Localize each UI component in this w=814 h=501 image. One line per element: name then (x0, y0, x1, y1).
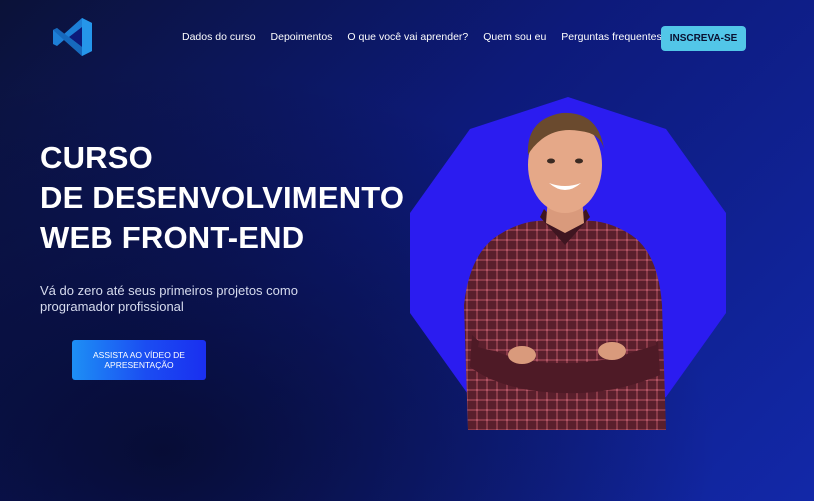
nav-depoimentos[interactable]: Depoimentos (271, 31, 333, 43)
hero-subtitle: Vá do zero até seus primeiros projetos c… (40, 283, 298, 314)
nav-quem-sou-eu[interactable]: Quem sou eu (483, 31, 546, 43)
instructor-photo (464, 112, 666, 430)
nav-dados-do-curso[interactable]: Dados do curso (182, 31, 256, 43)
nav-perguntas-frequentes[interactable]: Perguntas frequentes (561, 31, 661, 43)
main-nav: Dados do curso Depoimentos O que você va… (182, 31, 662, 43)
hero-title-line-1: CURSO (40, 140, 153, 175)
hero-title: CURSO DE DESENVOLVIMENTO WEB FRONT-END (40, 138, 404, 258)
nav-o-que-vai-aprender[interactable]: O que você vai aprender? (347, 31, 468, 43)
watch-video-button[interactable]: ASSISTA AO VÍDEO DE APRESENTAÇÃO (72, 340, 206, 380)
site-header: Dados do curso Depoimentos O que você va… (0, 0, 814, 78)
hero-title-line-2: DE DESENVOLVIMENTO (40, 180, 405, 215)
vscode-logo-icon[interactable] (52, 16, 94, 58)
subscribe-button[interactable]: INSCREVA-SE (661, 26, 746, 51)
hero-title-line-3: WEB FRONT-END (40, 220, 305, 255)
